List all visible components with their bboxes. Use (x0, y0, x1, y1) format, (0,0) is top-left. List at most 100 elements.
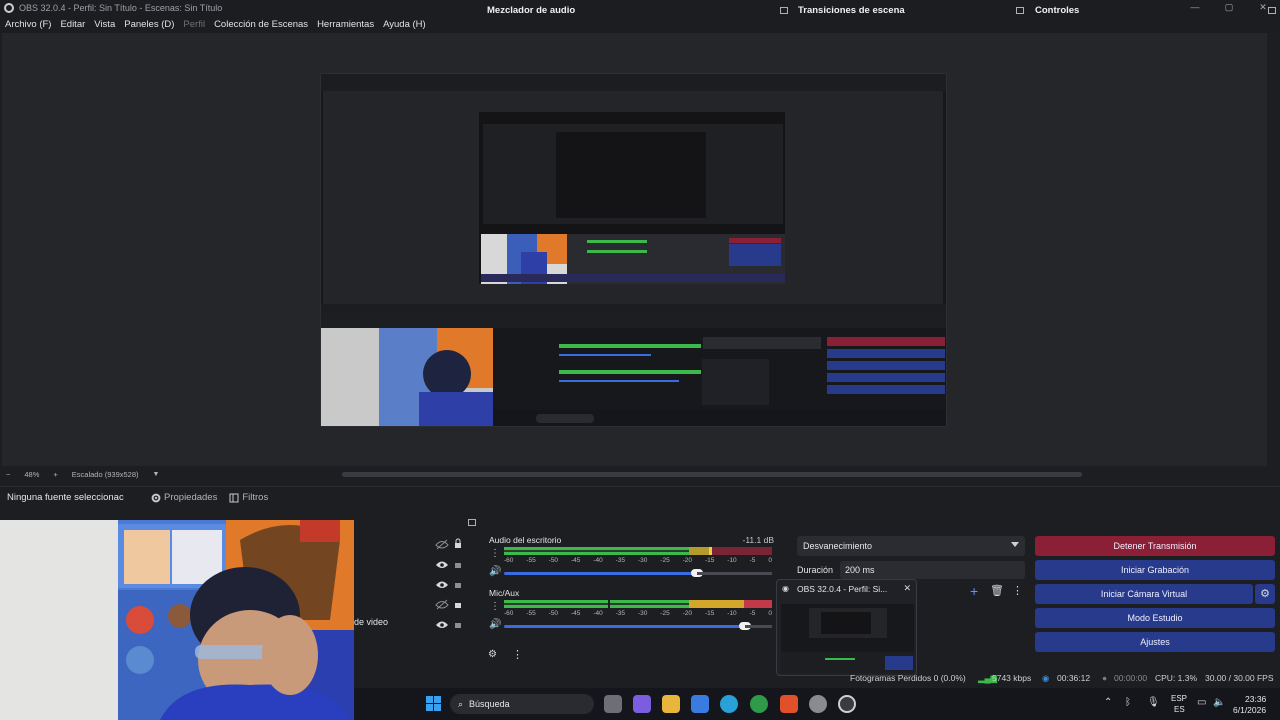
menu-editar[interactable]: Editar (60, 19, 85, 30)
file-explorer-icon[interactable] (662, 695, 680, 713)
channel-name: Mic/Aux (489, 588, 520, 598)
scene-transitions-dock: Transiciones de escena (793, 0, 1028, 153)
studio-mode-label: Modo Estudio (1127, 613, 1183, 623)
channel-level-meter (504, 600, 772, 608)
filters-button[interactable]: Filtros (229, 492, 268, 503)
transitions-header: Transiciones de escena (793, 0, 1028, 20)
settings-button[interactable]: Ajustes (1035, 632, 1275, 652)
source-context-bar: Ninguna fuente seleccionac Propiedades F… (0, 486, 1280, 508)
mixer-header: Mezclador de audio (482, 0, 792, 20)
menu-herramientas[interactable]: Herramientas (317, 19, 374, 30)
menu-paneles[interactable]: Paneles (D) (124, 19, 174, 30)
webcam-overlay (0, 520, 354, 720)
store-icon[interactable] (691, 695, 709, 713)
filter-icon (229, 493, 239, 503)
bluetooth-icon[interactable]: ᛒ (1125, 697, 1131, 708)
close-icon[interactable]: ✕ (903, 583, 911, 594)
mixer-undock-icon[interactable] (780, 6, 788, 14)
menu-coleccion-escenas[interactable]: Colección de Escenas (214, 19, 308, 30)
volume-icon[interactable]: 🔈 (1213, 697, 1225, 708)
sources-undock-icon[interactable] (468, 519, 476, 526)
scale-label: Escalado (939x528) (71, 469, 139, 479)
stream-time: 00:36:12 (1057, 673, 1091, 683)
preview-horizontal-scrollbar[interactable] (342, 472, 1082, 477)
controls-undock-icon[interactable] (1268, 6, 1276, 14)
task-view-icon[interactable] (604, 695, 622, 713)
windows-start-icon[interactable] (426, 696, 442, 712)
volume-track[interactable] (745, 625, 772, 628)
add-transition-icon[interactable]: + (970, 583, 978, 599)
stop-streaming-label: Detener Transmisión (1113, 541, 1197, 551)
virtual-camera-settings-gear-icon[interactable]: ⚙ (1255, 584, 1275, 604)
trash-icon[interactable]: 🗑 (990, 584, 1004, 597)
dropped-frames: Fotogramas Perdidos 0 (0.0%) (850, 673, 966, 683)
channel-name: Audio del escritorio (489, 535, 562, 545)
source-visibility-lock-icons[interactable] (434, 535, 464, 665)
chevron-up-icon[interactable]: ⌃ (1104, 697, 1112, 708)
obs-taskbar-icon[interactable] (838, 695, 856, 713)
chrome-icon[interactable] (750, 695, 768, 713)
menu-archivo[interactable]: Archivo (F) (5, 19, 51, 30)
virtual-camera-label: Iniciar Cámara Virtual (1100, 589, 1188, 599)
menu-perfil[interactable]: Perfil (183, 19, 205, 30)
language-label[interactable]: ESP (1171, 694, 1187, 703)
volume-slider-desktop[interactable] (504, 569, 703, 577)
channel-scale: -60 -55 -50 -45 -40 -35 -30 -25 -20 -15 -10 -5 0 (504, 557, 772, 564)
stream-icon: ◉ (1042, 673, 1050, 683)
menu-ayuda[interactable]: Ayuda (H) (383, 19, 426, 30)
duration-spinbox[interactable]: 200 ms (840, 561, 1025, 579)
filters-label: Filtros (242, 492, 269, 503)
transition-menu-icon[interactable]: ⋮ (1012, 584, 1023, 597)
properties-button[interactable]: Propiedades (151, 492, 217, 503)
popup-title: OBS 32.0.4 - Perfil: Si... (797, 584, 888, 594)
duration-value: 200 ms (845, 565, 875, 575)
zoom-out-button[interactable]: − (6, 470, 10, 479)
taskbar-search[interactable]: ⌕ Búsqueda (450, 694, 594, 714)
mixer-channel-mic: Mic/Aux ⋮ -60 -55 -50 -45 -40 -35 -30 -25 -20 -15… (486, 588, 776, 636)
region-label[interactable]: ES (1174, 705, 1185, 714)
fps: 30.00 / 30.00 FPS (1205, 673, 1274, 683)
cpu-usage: CPU: 1.3% (1155, 673, 1198, 683)
mixer-menu-icon[interactable]: ⋮ (512, 648, 523, 661)
settings-gear-icon[interactable] (809, 695, 827, 713)
channel-menu-icon[interactable]: ⋮ (490, 548, 500, 559)
speaker-icon[interactable]: 🔊 (489, 566, 501, 577)
volume-track[interactable] (697, 572, 772, 575)
clock-date[interactable]: 6/1/2026 (1233, 705, 1266, 715)
transition-selected: Desvanecimiento (803, 541, 873, 551)
scale-dropdown-icon[interactable]: ▼ (153, 471, 160, 478)
copilot-icon[interactable] (633, 695, 651, 713)
search-label: Búsqueda (469, 699, 510, 709)
gear-icon (151, 493, 161, 503)
stop-streaming-button[interactable]: Detener Transmisión (1035, 536, 1275, 556)
source-item-label[interactable]: de video (354, 617, 388, 627)
start-recording-label: Iniciar Grabación (1120, 565, 1190, 575)
volume-slider-mic[interactable] (504, 622, 751, 630)
zoom-in-button[interactable]: + (53, 470, 57, 479)
controls-title: Controles (1035, 4, 1080, 16)
studio-mode-button[interactable]: Modo Estudio (1035, 608, 1275, 628)
mixer-channel-desktop: Audio del escritorio -11.1 dB ⋮ -60 -55 -5… (486, 535, 776, 583)
display-icon[interactable]: ▭ (1197, 697, 1206, 708)
microphone-icon[interactable]: 🎙 (1147, 697, 1160, 708)
start-virtual-camera-button[interactable]: Iniciar Cámara Virtual (1035, 584, 1253, 604)
transition-select[interactable]: Desvanecimiento (797, 536, 1025, 556)
mixer-title: Mezclador de audio (487, 4, 576, 16)
transitions-undock-icon[interactable] (1016, 6, 1024, 14)
channel-db: -11.1 dB (742, 535, 774, 545)
edge-icon[interactable] (720, 695, 738, 713)
mixer-advanced-gear-icon[interactable]: ⚙ (488, 649, 497, 660)
channel-level-meter (504, 547, 772, 555)
audio-mixer-dock: Mezclador de audio (482, 0, 792, 153)
taskbar-preview-popup[interactable]: ◉ OBS 32.0.4 - Perfil: Si... ✕ (776, 579, 917, 676)
bitrate: 5743 kbps (992, 673, 1032, 683)
channel-menu-icon[interactable]: ⋮ (490, 601, 500, 612)
clock-time[interactable]: 23:36 (1245, 694, 1266, 704)
properties-label: Propiedades (164, 492, 218, 503)
popup-thumbnail (781, 604, 914, 673)
brave-icon[interactable] (780, 695, 798, 713)
search-icon: ⌕ (458, 698, 464, 709)
start-recording-button[interactable]: Iniciar Grabación (1035, 560, 1275, 580)
menu-vista[interactable]: Vista (94, 19, 115, 30)
speaker-icon[interactable]: 🔊 (489, 619, 501, 630)
